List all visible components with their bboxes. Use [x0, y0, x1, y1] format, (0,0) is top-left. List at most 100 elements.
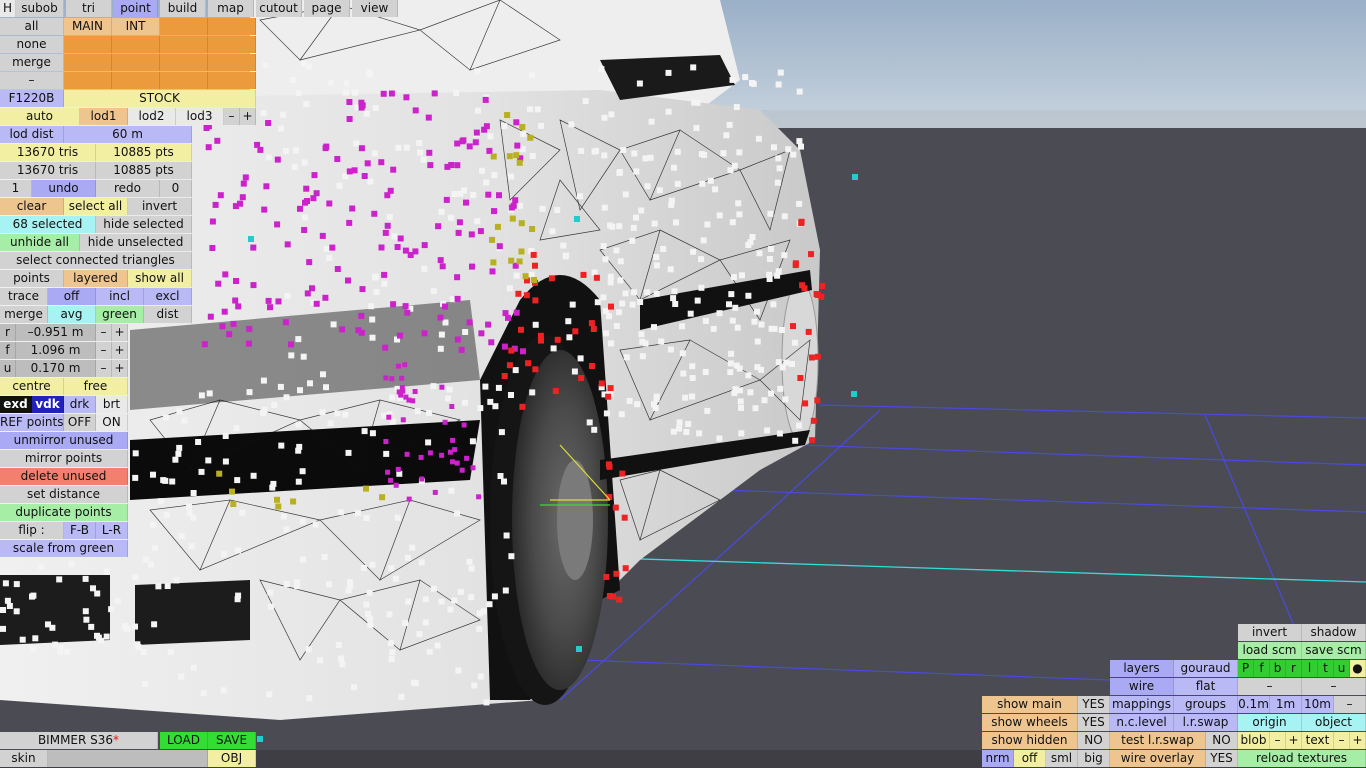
vertex-point[interactable] [260, 110, 267, 117]
vertex-point[interactable] [789, 361, 795, 367]
vertex-point[interactable] [508, 257, 515, 264]
delete-unused-button[interactable]: delete unused [0, 468, 128, 485]
vertex-point[interactable] [422, 596, 429, 603]
vertex-point[interactable] [295, 447, 302, 454]
vertex-point[interactable] [665, 69, 672, 76]
vertex-point[interactable] [488, 339, 495, 346]
vertex-point[interactable] [605, 393, 612, 400]
vertex-point[interactable] [321, 554, 328, 560]
vertex-point[interactable] [386, 611, 393, 618]
vertex-point[interactable] [214, 137, 221, 144]
trace-off-button[interactable]: off [48, 288, 96, 305]
vertex-point[interactable] [518, 326, 524, 333]
vertex-point[interactable] [313, 300, 320, 307]
f-minus-button[interactable]: – [96, 342, 112, 359]
vertex-point[interactable] [402, 362, 408, 368]
f-plus-button[interactable]: + [112, 342, 128, 359]
vertex-point[interactable] [702, 318, 709, 324]
vertex-point[interactable] [606, 463, 613, 470]
vertex-point[interactable] [742, 74, 749, 81]
vertex-point[interactable] [409, 544, 416, 551]
groups-button[interactable]: groups [1174, 696, 1238, 713]
int-layer-button[interactable]: INT [112, 18, 160, 35]
vertex-point[interactable] [670, 295, 677, 302]
vertex-point[interactable] [295, 421, 302, 428]
vertex-point[interactable] [310, 195, 317, 202]
vertex-point[interactable] [439, 384, 445, 390]
vertex-point[interactable] [388, 477, 394, 483]
vertex-point[interactable] [64, 648, 71, 655]
vertex-point[interactable] [736, 211, 743, 218]
normals-big-button[interactable]: big [1078, 750, 1110, 767]
dist-01m-button[interactable]: 0.1m [1238, 696, 1270, 713]
vertex-point[interactable] [163, 511, 170, 518]
vertex-point[interactable] [527, 106, 533, 113]
vertex-point[interactable] [639, 338, 646, 345]
vertex-point[interactable] [496, 192, 502, 199]
vertex-point[interactable] [522, 273, 529, 280]
vertex-point[interactable] [338, 655, 345, 662]
layer-slot-1[interactable] [160, 18, 208, 35]
vertex-point[interactable] [478, 330, 485, 337]
select-connected-triangles-button[interactable]: select connected triangles [0, 252, 192, 269]
vertex-point[interactable] [487, 133, 494, 140]
vertex-point[interactable] [220, 551, 227, 558]
vertex-point[interactable] [382, 229, 389, 236]
vertex-point[interactable] [512, 197, 519, 204]
render-flag-3[interactable]: b [1270, 660, 1286, 677]
vertex-point[interactable] [342, 89, 349, 96]
vertex-point[interactable] [266, 691, 273, 698]
dash-button-2[interactable]: – [1302, 678, 1366, 695]
vertex-point[interactable] [783, 359, 790, 366]
vertex-point[interactable] [622, 565, 629, 572]
vertex-point[interactable] [226, 331, 233, 338]
vertex-point[interactable] [778, 327, 785, 333]
vertex-point[interactable] [656, 187, 663, 194]
vertex-point[interactable] [653, 290, 660, 297]
vertex-point[interactable] [215, 280, 222, 287]
unhide-all-button[interactable]: unhide all [0, 234, 80, 251]
vertex-point[interactable] [529, 226, 536, 232]
vertex-point[interactable] [260, 377, 267, 384]
vertex-point[interactable] [474, 218, 481, 225]
vertex-point[interactable] [351, 684, 357, 691]
vertex-point[interactable] [277, 383, 284, 390]
vertex-point[interactable] [549, 228, 556, 235]
vertex-point[interactable] [151, 621, 158, 628]
show-hidden-value[interactable]: NO [1078, 732, 1110, 749]
vertex-point[interactable] [593, 147, 600, 154]
vertex-point[interactable] [201, 341, 208, 348]
vertex-point[interactable] [330, 321, 337, 328]
vertex-point[interactable] [378, 159, 385, 166]
vertex-point[interactable] [403, 94, 410, 101]
vertex-point[interactable] [363, 601, 370, 608]
vertex-point[interactable] [439, 263, 446, 270]
vertex-point[interactable] [693, 125, 700, 131]
vertex-point[interactable] [667, 346, 674, 353]
vertex-point[interactable] [275, 298, 282, 305]
vertex-point[interactable] [323, 143, 330, 150]
vertex-point[interactable] [513, 119, 520, 126]
vertex-point[interactable] [450, 459, 455, 465]
vertex-point[interactable] [388, 565, 395, 572]
vertex-point[interactable] [345, 449, 352, 456]
vertex-point[interactable] [386, 213, 393, 220]
vertex-point[interactable] [305, 63, 312, 70]
vertex-point[interactable] [676, 425, 683, 432]
invert-view-button[interactable]: invert [1238, 624, 1302, 641]
vertex-point[interactable] [527, 134, 534, 141]
vertex-point[interactable] [82, 608, 89, 615]
lod2-button[interactable]: lod2 [128, 108, 176, 125]
vertex-point[interactable] [512, 367, 519, 374]
vertex-point[interactable] [380, 90, 387, 97]
vertex-point[interactable] [439, 452, 445, 458]
vertex-point[interactable] [766, 256, 773, 262]
vertex-point[interactable] [459, 138, 466, 145]
vertex-point[interactable] [311, 172, 318, 179]
blob-minus-button[interactable]: – [1270, 732, 1286, 749]
show-wheels-label[interactable]: show wheels [982, 714, 1078, 731]
merge-dist-button[interactable]: dist [144, 306, 192, 323]
vertex-point[interactable] [382, 344, 389, 351]
vertex-point[interactable] [68, 561, 75, 568]
vertex-point[interactable] [502, 587, 509, 594]
